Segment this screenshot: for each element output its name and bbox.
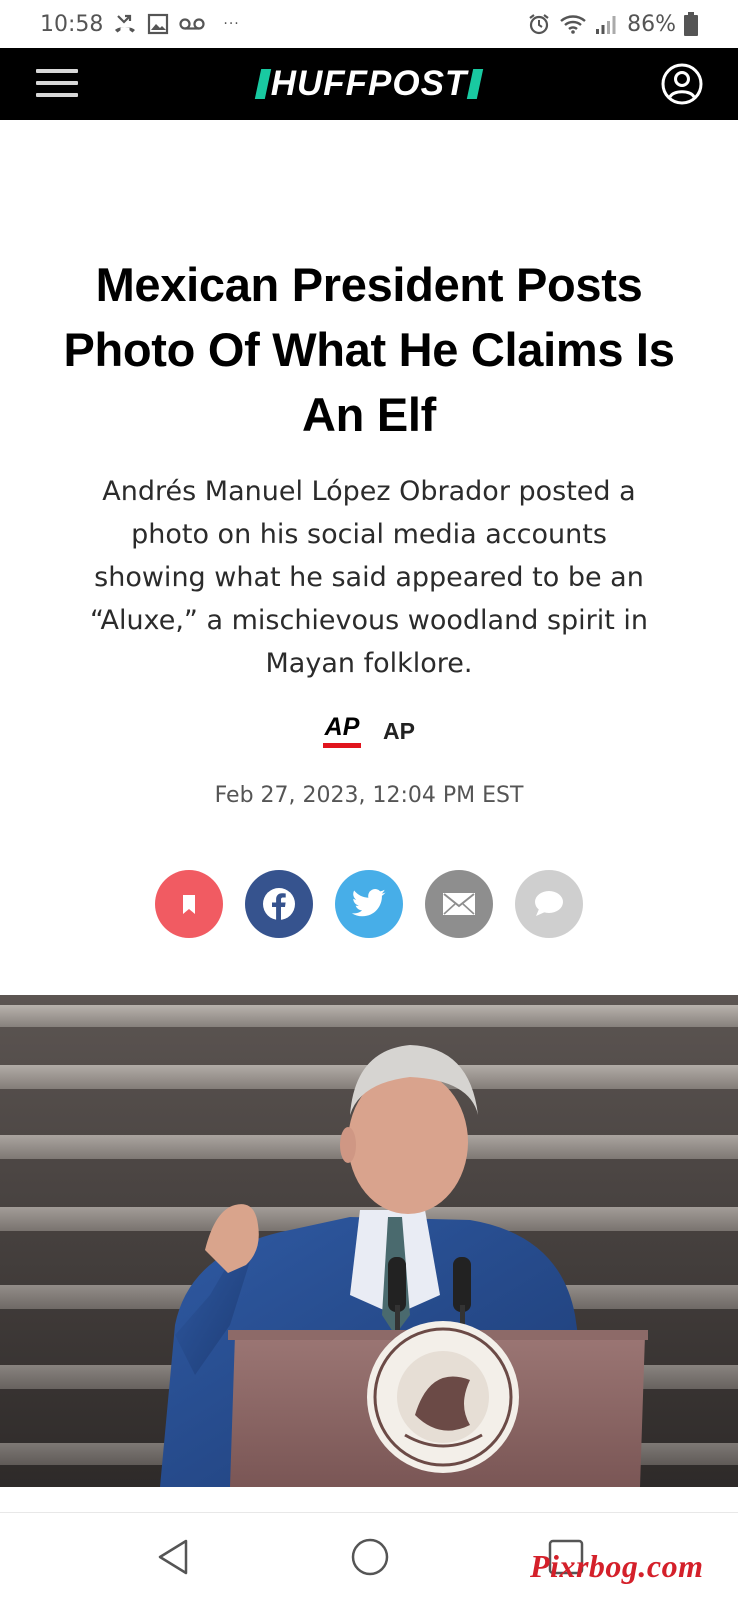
photo-illustration (0, 995, 738, 1487)
dek-line: Mayan folklore. (265, 648, 473, 679)
share-bar (0, 870, 738, 938)
watermark: Pixrbog.com (530, 1548, 704, 1584)
voicemail-icon (179, 16, 206, 32)
screen: 10:58 ··· 86% HUFFPOST Mexican President… (0, 0, 738, 1600)
home-icon[interactable] (348, 1535, 392, 1579)
twitter-icon (351, 889, 386, 917)
battery-percent: 86% (627, 11, 676, 37)
status-bar: 10:58 ··· 86% (0, 0, 738, 48)
ap-logo-underline (323, 743, 362, 748)
site-header: HUFFPOST (0, 48, 738, 120)
status-time: 10:58 (40, 11, 104, 37)
alarm-icon (527, 12, 551, 36)
dek-line: “Aluxe,” a mischievous woodland spirit i… (89, 605, 649, 636)
back-icon[interactable] (152, 1535, 196, 1579)
twitter-share-button[interactable] (335, 870, 403, 938)
ap-logo: AP (323, 713, 362, 748)
logo-text: HUFFPOST (270, 64, 468, 103)
byline: AP AP (0, 714, 738, 748)
bookmark-button[interactable] (155, 870, 223, 938)
article-headline: Mexican President Posts Photo Of What He… (40, 252, 698, 447)
email-share-button[interactable] (425, 870, 493, 938)
user-profile-icon[interactable] (660, 62, 704, 106)
logo-accent-left (254, 69, 271, 99)
signal-icon (595, 13, 619, 35)
image-icon (147, 13, 169, 35)
bookmark-icon (183, 895, 195, 914)
dek-line: Andrés Manuel López Obrador posted a (102, 476, 636, 507)
headline-line: An Elf (302, 388, 436, 441)
facebook-share-button[interactable] (245, 870, 313, 938)
missed-call-icon (113, 13, 137, 35)
ap-logo-text: AP (324, 713, 360, 741)
dek-line: photo on his social media accounts (131, 519, 607, 550)
headline-line: Mexican President Posts (95, 258, 643, 311)
dek-line: showing what he said appeared to be an (94, 562, 644, 593)
headline-line: Photo Of What He Claims Is (63, 323, 675, 376)
facebook-icon (263, 888, 295, 920)
comment-icon (535, 891, 563, 916)
comments-button[interactable] (515, 870, 583, 938)
article-dek: Andrés Manuel López Obrador posted a pho… (60, 470, 678, 685)
huffpost-logo[interactable]: HUFFPOST (254, 64, 484, 104)
notification-overflow: ··· (223, 16, 240, 32)
publish-timestamp: Feb 27, 2023, 12:04 PM EST (214, 783, 524, 808)
article-lead-photo[interactable] (0, 995, 738, 1487)
battery-icon (684, 12, 698, 36)
logo-accent-right (467, 69, 484, 99)
hamburger-menu-icon[interactable] (36, 69, 78, 99)
author-link[interactable]: AP (383, 718, 415, 745)
email-icon (443, 893, 475, 915)
wifi-icon (559, 13, 587, 35)
